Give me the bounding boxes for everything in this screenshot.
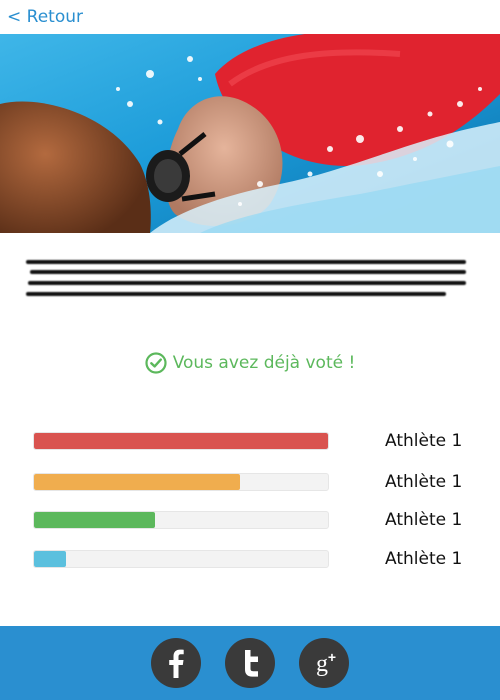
athlete-label: Athlète 1: [385, 472, 463, 492]
twitter-button[interactable]: [225, 638, 275, 688]
athlete-label: Athlète 1: [385, 431, 463, 451]
svg-text:g: g: [316, 651, 328, 677]
top-bar: < Retour: [0, 0, 500, 34]
facebook-icon: [151, 638, 201, 688]
progress-fill: [34, 551, 67, 567]
swimmer-photo: [0, 34, 500, 233]
redacted-line: [28, 281, 466, 285]
check-circle-icon: [145, 352, 167, 374]
athlete-label: Athlète 1: [385, 549, 463, 569]
vote-status-text: Vous avez déjà voté !: [172, 353, 356, 373]
result-row: Athlète 1: [33, 548, 473, 570]
back-button[interactable]: < Retour: [7, 6, 83, 28]
svg-text:+: +: [328, 649, 336, 665]
progress-track: [33, 473, 329, 491]
facebook-button[interactable]: [151, 638, 201, 688]
progress-fill: [34, 512, 155, 528]
footer-social-bar: g +: [0, 626, 500, 700]
progress-track: [33, 432, 329, 450]
redacted-line: [30, 270, 466, 274]
result-row: Athlète 1: [33, 430, 473, 452]
vote-status: Vous avez déjà voté !: [0, 350, 500, 376]
redacted-line: [26, 292, 446, 296]
progress-track: [33, 511, 329, 529]
redacted-text: [22, 256, 474, 302]
progress-fill: [34, 433, 328, 449]
hero-image: [0, 34, 500, 233]
athlete-label: Athlète 1: [385, 510, 463, 530]
twitter-icon: [225, 638, 275, 688]
google-plus-button[interactable]: g +: [299, 638, 349, 688]
progress-track: [33, 550, 329, 568]
result-row: Athlète 1: [33, 509, 473, 531]
google-plus-icon: g +: [299, 638, 349, 688]
redacted-line: [26, 260, 466, 264]
result-row: Athlète 1: [33, 471, 473, 493]
progress-fill: [34, 474, 240, 490]
